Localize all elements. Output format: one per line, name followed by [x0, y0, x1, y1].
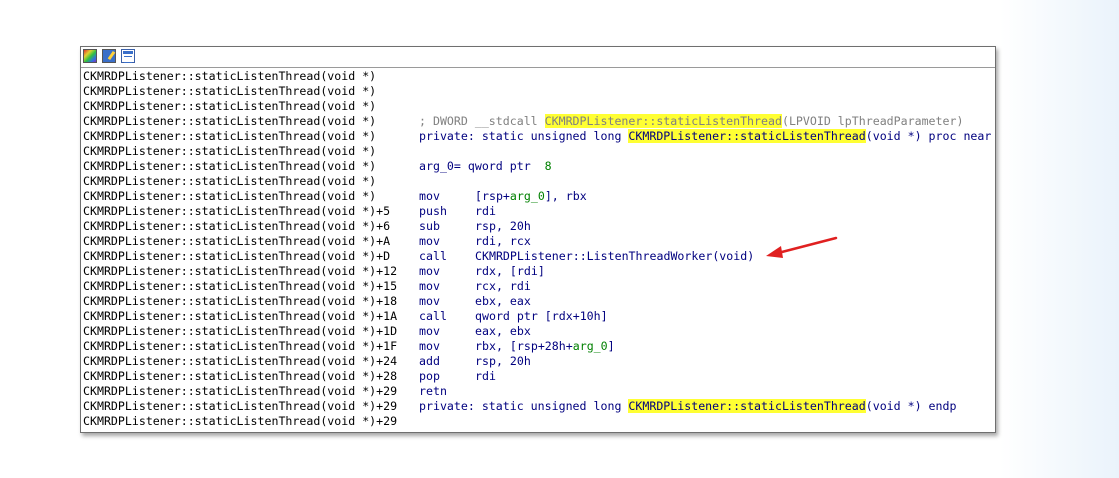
arrow-head [766, 246, 783, 258]
arrow-shaft [776, 236, 838, 255]
annotation-arrow [766, 236, 838, 258]
